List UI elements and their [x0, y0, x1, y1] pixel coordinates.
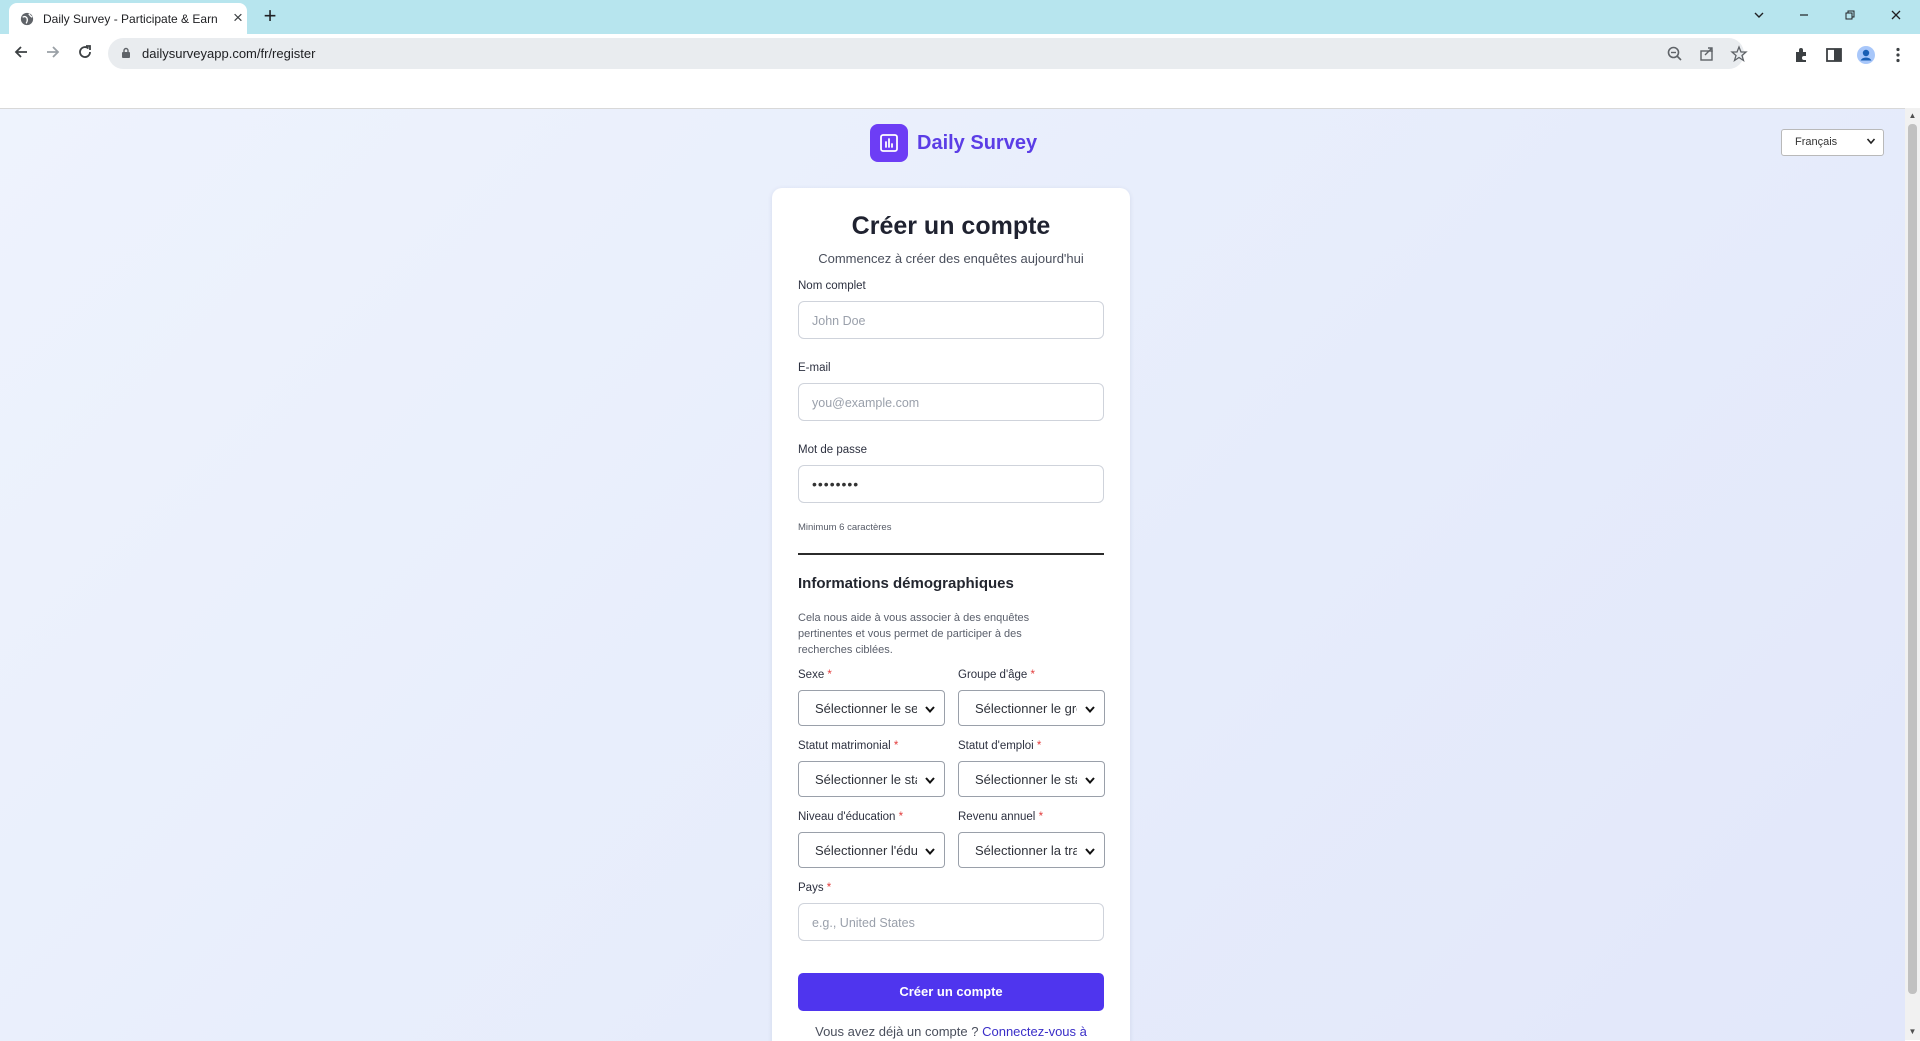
share-icon[interactable]	[1698, 45, 1716, 63]
browser-toolbar: dailysurveyapp.com/fr/register	[0, 34, 1920, 74]
scroll-up-icon[interactable]: ▲	[1908, 111, 1917, 121]
login-prompt-text: Vous avez déjà un compte ?	[815, 1024, 979, 1039]
chevron-down-icon	[1085, 706, 1095, 714]
browser-tab[interactable]: Daily Survey - Participate & Earn ×	[9, 3, 247, 34]
star-icon[interactable]	[1730, 45, 1748, 63]
education-level-select[interactable]: Sélectionner l'éducation	[798, 832, 945, 868]
back-icon[interactable]	[9, 42, 33, 66]
chevron-down-icon	[925, 706, 935, 714]
plus-icon[interactable]: +	[258, 5, 282, 29]
tab-title: Daily Survey - Participate & Earn	[43, 12, 218, 26]
required-mark: *	[1036, 740, 1042, 752]
country-label: Pays *	[798, 882, 831, 894]
annual-income-select-value: Sélectionner la tranche	[975, 843, 1077, 858]
url-text[interactable]: dailysurveyapp.com/fr/register	[142, 46, 315, 61]
email-input[interactable]: you@example.com	[798, 383, 1104, 421]
gender-select[interactable]: Sélectionner le sexe	[798, 690, 945, 726]
employment-status-label: Statut d'emploi *	[958, 740, 1041, 752]
menu-icon[interactable]	[1888, 45, 1908, 65]
employment-status-select-value: Sélectionner le statut	[975, 772, 1077, 787]
register-card: Créer un compte Commencez à créer des en…	[772, 188, 1130, 1041]
password-label: Mot de passe	[798, 444, 868, 456]
forward-icon[interactable]	[41, 42, 65, 66]
required-mark: *	[827, 669, 832, 681]
chevron-down-icon[interactable]	[1745, 4, 1773, 28]
full-name-input[interactable]: John Doe	[798, 301, 1104, 339]
country-label-text: Pays	[798, 882, 824, 894]
lock-icon[interactable]	[120, 47, 132, 59]
gender-label-text: Sexe	[798, 669, 825, 681]
brand[interactable]: Daily Survey	[870, 123, 1037, 163]
zoom-icon[interactable]	[1666, 45, 1684, 63]
required-mark: *	[826, 882, 832, 894]
age-group-select-value: Sélectionner le groupe d'âge	[975, 701, 1077, 716]
country-input[interactable]: e.g., United States	[798, 903, 1104, 941]
window-close-icon[interactable]	[1882, 4, 1910, 28]
required-mark: *	[898, 811, 904, 823]
restore-icon[interactable]	[1836, 4, 1864, 28]
chevron-down-icon	[925, 777, 935, 785]
age-group-label-text: Groupe d'âge	[958, 669, 1028, 681]
country-placeholder: e.g., United States	[812, 916, 915, 930]
chevron-down-icon	[1085, 777, 1095, 785]
page-title: Créer un compte	[851, 212, 1051, 240]
employment-status-label-text: Statut d'emploi	[958, 740, 1034, 752]
language-select-value: Français	[1795, 136, 1838, 148]
full-name-label: Nom complet	[798, 280, 866, 292]
extensions-icon[interactable]	[1792, 45, 1812, 65]
reload-icon[interactable]	[73, 42, 97, 66]
profile-icon[interactable]	[1856, 45, 1876, 65]
demographics-description: Cela nous aide à vous associer à des enq…	[798, 612, 1030, 656]
age-group-label: Groupe d'âge *	[958, 669, 1035, 681]
required-mark: *	[1030, 669, 1036, 681]
minimize-icon[interactable]	[1790, 4, 1818, 28]
annual-income-select[interactable]: Sélectionner la tranche	[958, 832, 1105, 868]
age-group-select[interactable]: Sélectionner le groupe d'âge	[958, 690, 1105, 726]
marital-status-select-value: Sélectionner le statut	[815, 772, 917, 787]
marital-status-label-text: Statut matrimonial	[798, 740, 891, 752]
marital-status-label: Statut matrimonial *	[798, 740, 898, 752]
annual-income-label: Revenu annuel *	[958, 811, 1043, 823]
bar-chart-icon	[870, 124, 908, 162]
full-name-placeholder: John Doe	[812, 314, 866, 328]
brand-name: Daily Survey	[917, 131, 1038, 154]
page-viewport: Daily Survey Français Créer un compte Co…	[0, 108, 1905, 1041]
password-hint: Minimum 6 caractères	[798, 522, 892, 533]
page-subtitle: Commencez à créer des enquêtes aujourd'h…	[818, 251, 1084, 266]
required-mark: *	[1038, 811, 1044, 823]
gender-label: Sexe *	[798, 669, 832, 681]
education-level-select-value: Sélectionner l'éducation	[815, 843, 917, 858]
email-label: E-mail	[798, 362, 831, 374]
employment-status-select[interactable]: Sélectionner le statut	[958, 761, 1105, 797]
email-placeholder: you@example.com	[812, 396, 920, 410]
marital-status-select[interactable]: Sélectionner le statut	[798, 761, 945, 797]
scroll-down-icon[interactable]: ▼	[1908, 1027, 1917, 1037]
section-divider	[798, 553, 1104, 555]
gender-select-value: Sélectionner le sexe	[815, 701, 917, 716]
chevron-down-icon	[1866, 138, 1876, 145]
annual-income-label-text: Revenu annuel	[958, 811, 1036, 823]
education-level-label: Niveau d'éducation *	[798, 811, 903, 823]
demographics-title: Informations démographiques	[798, 575, 1014, 592]
language-select[interactable]: Français	[1781, 129, 1884, 156]
globe-icon	[20, 12, 34, 26]
scrollbar-thumb[interactable]	[1908, 124, 1917, 994]
address-bar[interactable]: dailysurveyapp.com/fr/register	[108, 38, 1748, 69]
browser-tab-bar: Daily Survey - Participate & Earn × +	[0, 0, 1920, 34]
password-value: ••••••••	[812, 476, 860, 492]
sidepanel-icon[interactable]	[1824, 45, 1844, 65]
required-mark: *	[893, 740, 899, 752]
education-level-label-text: Niveau d'éducation	[798, 811, 896, 823]
page-scrollbar[interactable]: ▲ ▼	[1905, 108, 1920, 1040]
login-prompt: Vous avez déjà un compte ? Connectez-vou…	[772, 1024, 1130, 1039]
login-link[interactable]: Connectez-vous à	[982, 1024, 1087, 1039]
chevron-down-icon	[1085, 848, 1095, 856]
chevron-down-icon	[925, 848, 935, 856]
password-input[interactable]: ••••••••	[798, 465, 1104, 503]
create-account-button[interactable]: Créer un compte	[798, 973, 1104, 1011]
close-icon[interactable]: ×	[229, 9, 247, 27]
